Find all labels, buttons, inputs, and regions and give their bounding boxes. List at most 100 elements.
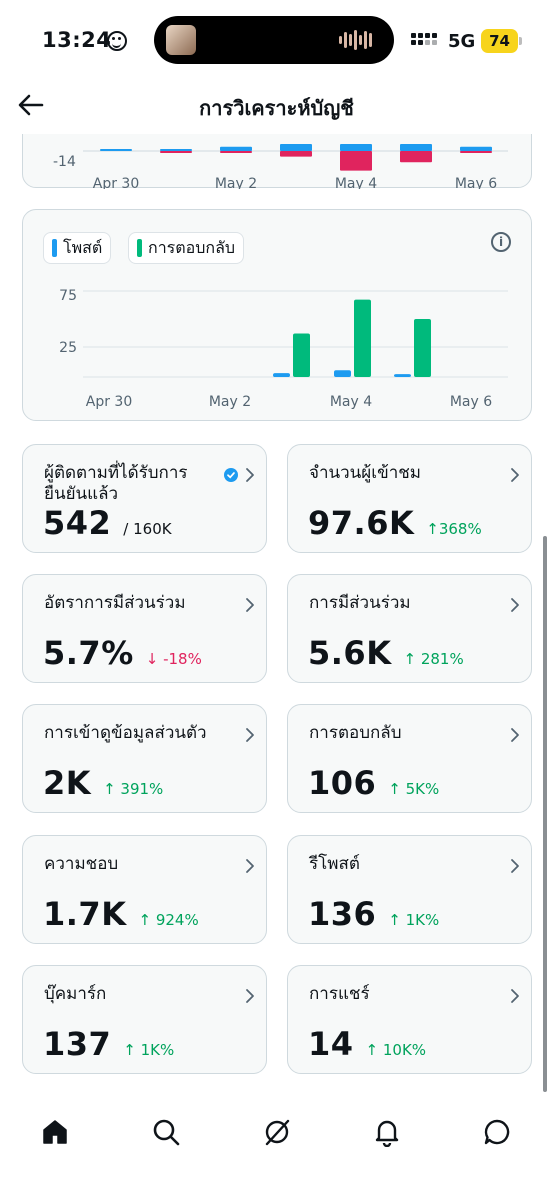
x-tick-label: May 4: [335, 176, 377, 189]
stat-value-row: 97.6K ↑368%: [308, 504, 482, 542]
stat-change: ↑ 10K%: [365, 1041, 427, 1059]
stat-card[interactable]: การตอบกลับ 106 ↑ 5K%: [287, 704, 532, 813]
y-tick-label: 25: [59, 340, 77, 356]
posts-bar: [334, 370, 351, 377]
stat-card[interactable]: บุ๊คมาร์ก 137 ↑ 1K%: [22, 965, 267, 1074]
activity-bar: [460, 146, 492, 151]
x-tick-label: May 4: [330, 394, 372, 410]
grok-icon: [265, 1119, 290, 1146]
activity-bar: [340, 144, 372, 151]
stat-card[interactable]: การเข้าดูข้อมูลส่วนตัว 2K ↑ 391%: [22, 704, 267, 813]
nav-grok[interactable]: [255, 1110, 299, 1154]
chevron-right-icon: [246, 989, 254, 1003]
stat-value: 136: [308, 895, 377, 933]
battery-indicator: 74: [481, 29, 522, 53]
chevron-right-icon: [511, 728, 519, 742]
stat-card[interactable]: อัตราการมีส่วนร่วม 5.7% ↓ -18%: [22, 574, 267, 683]
chevron-right-icon: [511, 859, 519, 873]
stat-value: 2K: [43, 764, 92, 802]
stat-card[interactable]: จำนวนผู้เข้าชม 97.6K ↑368%: [287, 444, 532, 553]
stat-label: ความชอบ: [44, 854, 119, 874]
chevron-right-icon: [246, 598, 254, 612]
replies-bar: [354, 299, 371, 377]
stat-change: ↑ 281%: [403, 650, 464, 668]
replies-bar: [293, 333, 310, 377]
stat-label: การมีส่วนร่วม: [309, 593, 411, 613]
stat-value: 14: [308, 1025, 354, 1063]
activity-bar: [100, 149, 132, 151]
stat-value-row: 106 ↑ 5K%: [308, 764, 439, 802]
activity-bar: [220, 146, 252, 151]
stat-card[interactable]: ผู้ติดตามที่ได้รับการยืนยันแล้ว 542 / 160K: [22, 444, 267, 553]
stat-change: ↓ -18%: [145, 650, 202, 668]
activity-bar: [160, 149, 192, 151]
stat-value-row: 136 ↑ 1K%: [308, 895, 439, 933]
x-tick-label: May 2: [215, 176, 257, 189]
nav-messages[interactable]: [475, 1110, 519, 1154]
verified-badge-icon: [224, 468, 238, 482]
stat-value: 1.7K: [43, 895, 127, 933]
stat-value-row: 2K ↑ 391%: [43, 764, 163, 802]
stat-label: การแชร์: [309, 984, 370, 1004]
stat-value: 137: [43, 1025, 112, 1063]
replies-bar: [414, 319, 431, 377]
x-tick-label: Apr 30: [93, 176, 139, 189]
stat-value-row: 5.6K ↑ 281%: [308, 634, 464, 672]
stat-value-row: 1.7K ↑ 924%: [43, 895, 199, 933]
stat-value: 106: [308, 764, 377, 802]
stat-value: 542: [43, 504, 112, 542]
audio-waveform-icon: [339, 30, 372, 50]
scrollbar[interactable]: [543, 536, 547, 1092]
posts-replies-chart-card: โพสต์ การตอบกลับ i 75 25 Apr 30 May 2 May 4M…: [22, 209, 532, 421]
nav-search[interactable]: [144, 1110, 188, 1154]
stat-value: 5.6K: [308, 634, 392, 672]
notifications-icon: [375, 1120, 399, 1147]
bottom-navigation: [0, 1094, 553, 1200]
dynamic-island[interactable]: [154, 16, 394, 64]
stat-card[interactable]: การแชร์ 14 ↑ 10K%: [287, 965, 532, 1074]
chevron-right-icon: [511, 598, 519, 612]
stat-card[interactable]: การมีส่วนร่วม 5.6K ↑ 281%: [287, 574, 532, 683]
stat-change: ↑ 924%: [138, 911, 199, 929]
chevron-right-icon: [246, 728, 254, 742]
stat-change: ↑ 391%: [103, 780, 164, 798]
stat-value-row: 137 ↑ 1K%: [43, 1025, 174, 1063]
stat-change: ↑ 1K%: [388, 911, 440, 929]
stat-label: การเข้าดูข้อมูลส่วนตัว: [44, 723, 207, 743]
y-tick-label: 75: [59, 288, 77, 304]
x-tick-label: Apr 30: [86, 394, 132, 410]
network-type: 5G: [448, 31, 476, 52]
stat-change: ↑368%: [426, 520, 482, 538]
stat-value-row: 5.7% ↓ -18%: [43, 634, 202, 672]
stat-label: บุ๊คมาร์ก: [44, 984, 107, 1004]
page-title: การวิเคราะห์บัญชี: [199, 96, 354, 120]
stat-card[interactable]: ความชอบ 1.7K ↑ 924%: [22, 835, 267, 944]
status-time: 13:24: [42, 28, 112, 52]
stat-change: ↑ 1K%: [123, 1041, 175, 1059]
chevron-right-icon: [511, 989, 519, 1003]
chevron-right-icon: [246, 468, 254, 482]
stat-label: รีโพสต์: [309, 854, 360, 874]
activity-bar: [280, 151, 312, 157]
activity-bar: [400, 144, 432, 151]
stat-card[interactable]: รีโพสต์ 136 ↑ 1K%: [287, 835, 532, 944]
x-tick-label: May 6: [455, 176, 497, 189]
stat-label: อัตราการมีส่วนร่วม: [44, 593, 186, 613]
y-tick-label: -14: [53, 154, 76, 170]
status-bar: 13:24 5G 74: [0, 0, 553, 80]
stat-value-row: 14 ↑ 10K%: [308, 1025, 426, 1063]
now-playing-artwork: [166, 25, 196, 55]
activity-bar: [280, 144, 312, 151]
stat-value-row: 542 / 160K: [43, 504, 172, 542]
nav-notifications[interactable]: [365, 1110, 409, 1154]
stat-value: 5.7%: [43, 634, 134, 672]
home-icon: [43, 1120, 67, 1144]
activity-bar: [460, 151, 492, 153]
stat-label: การตอบกลับ: [309, 723, 402, 743]
activity-bar: [340, 151, 372, 171]
activity-bar: [220, 151, 252, 153]
posts-replies-bar-chart: 75 25 Apr 30 May 2 May 4 May 6: [59, 288, 508, 410]
nav-home[interactable]: [33, 1110, 77, 1154]
posts-bar: [273, 373, 290, 377]
analytics-scroll-area[interactable]: -14 Apr 30 May 2 May 4 May 6 โพสต์ การตอบกลั…: [0, 134, 553, 1094]
